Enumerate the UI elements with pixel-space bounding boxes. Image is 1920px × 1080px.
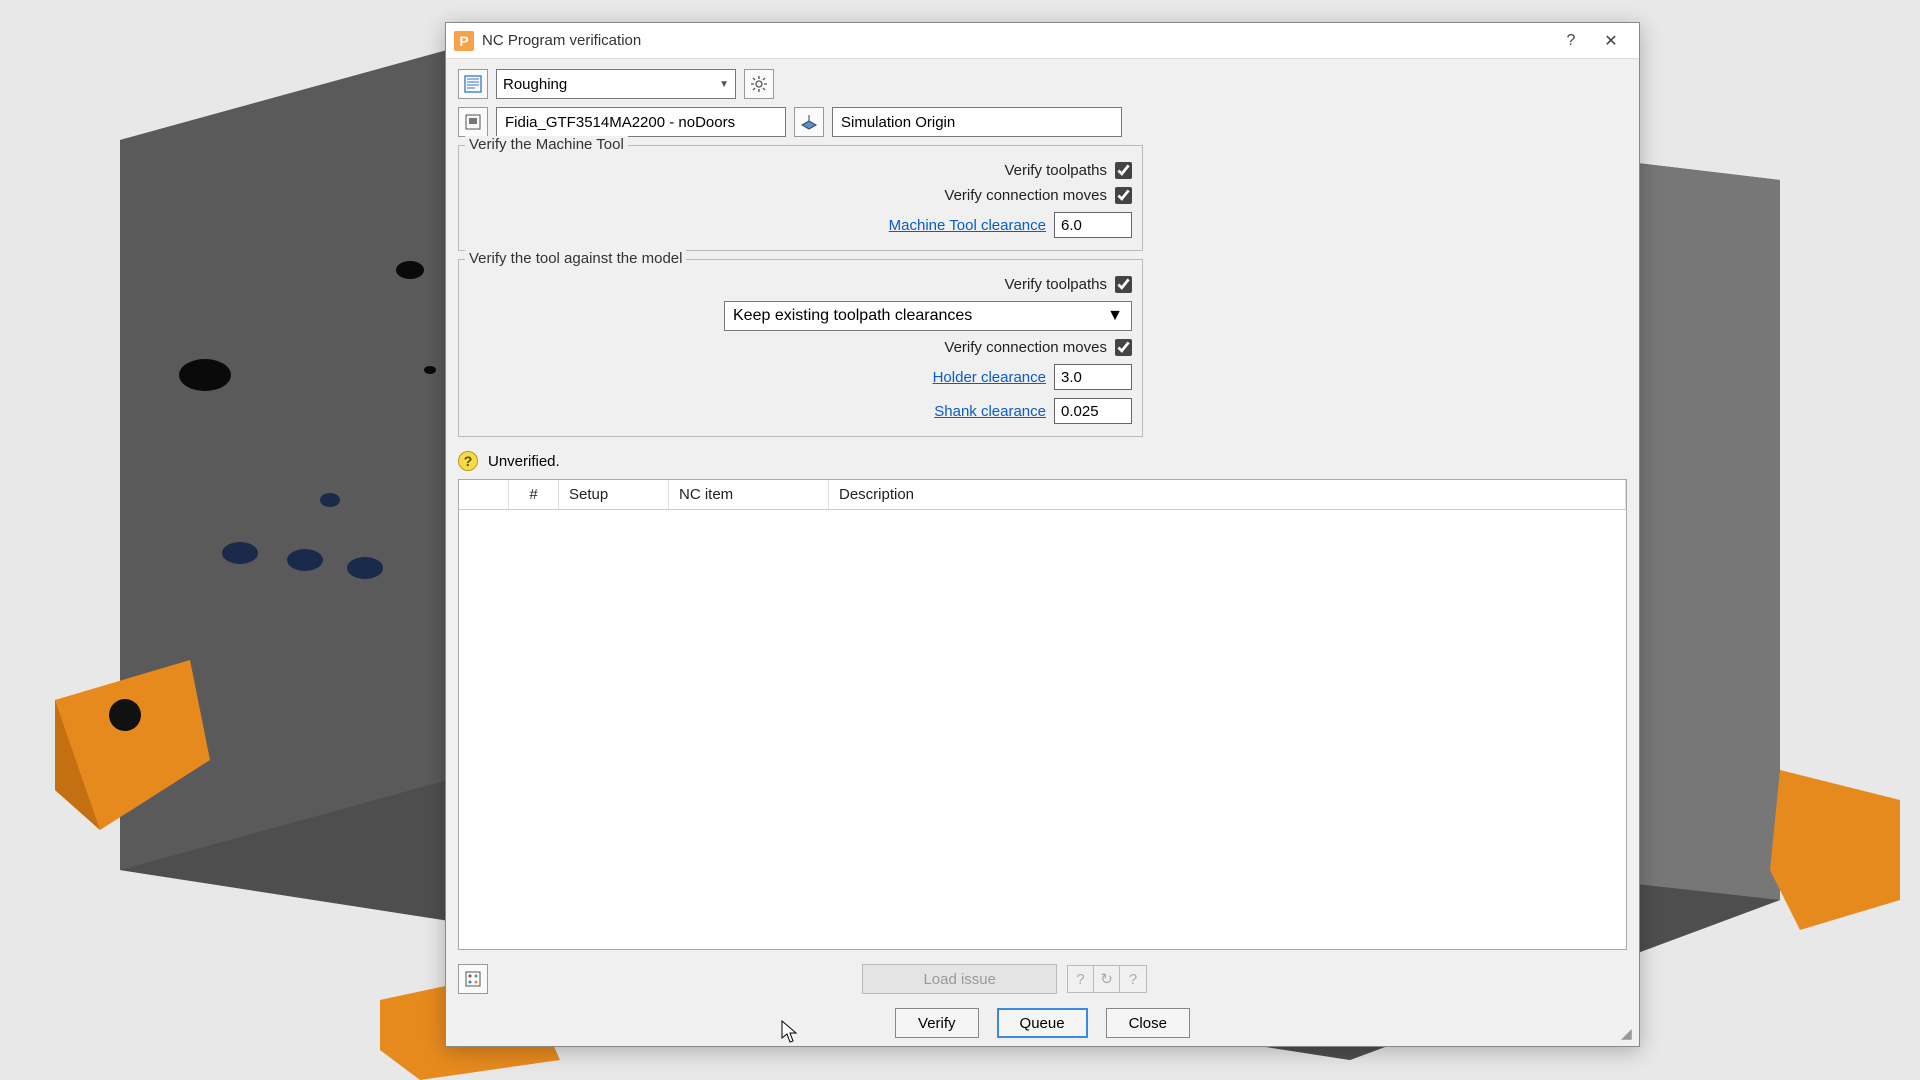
workplane-field[interactable]: Simulation Origin	[832, 107, 1122, 137]
verify-machine-tool-group: Verify the Machine Tool Verify toolpaths…	[458, 145, 1143, 251]
shank-clearance-link[interactable]: Shank clearance	[934, 403, 1046, 420]
nc-program-icon-button[interactable]	[458, 69, 488, 99]
table-header: # Setup NC item Description	[459, 480, 1626, 510]
next-issue-icon[interactable]: ?	[1120, 966, 1146, 992]
col-number: #	[509, 480, 559, 509]
app-icon: P	[454, 31, 474, 51]
holder-clearance-link[interactable]: Holder clearance	[933, 369, 1046, 386]
chevron-down-icon: ▼	[719, 79, 729, 90]
mt-verify-toolpaths-checkbox[interactable]	[1115, 162, 1132, 179]
model-verify-connection-checkbox[interactable]	[1115, 339, 1132, 356]
load-issue-button[interactable]: Load issue	[862, 964, 1057, 994]
col-nc-item: NC item	[669, 480, 829, 509]
mt-verify-connection-label: Verify connection moves	[944, 187, 1107, 204]
reload-issue-icon[interactable]: ↻	[1094, 966, 1120, 992]
status-warning-icon: ?	[458, 451, 478, 471]
machine-icon-button[interactable]	[458, 107, 488, 137]
verify-model-legend: Verify the tool against the model	[465, 250, 686, 267]
close-button[interactable]: Close	[1106, 1008, 1190, 1038]
resize-grip[interactable]: ◢	[1621, 1028, 1635, 1042]
model-verify-toolpaths-checkbox[interactable]	[1115, 276, 1132, 293]
col-setup: Setup	[559, 480, 669, 509]
machine-tool-clearance-link[interactable]: Machine Tool clearance	[889, 217, 1046, 234]
mt-verify-toolpaths-label: Verify toolpaths	[1004, 162, 1107, 179]
model-verify-toolpaths-label: Verify toolpaths	[1004, 276, 1107, 293]
table-body-empty	[459, 510, 1626, 949]
operation-dropdown[interactable]: Roughing ▼	[496, 69, 736, 99]
verify-button[interactable]: Verify	[895, 1008, 979, 1038]
model-verify-connection-label: Verify connection moves	[944, 339, 1107, 356]
verify-machine-tool-legend: Verify the Machine Tool	[465, 136, 628, 153]
window-title: NC Program verification	[482, 32, 1551, 49]
machine-name-field[interactable]: Fidia_GTF3514MA2200 - noDoors	[496, 107, 786, 137]
nc-program-verification-dialog: P NC Program verification ? ✕ Roughing ▼…	[445, 22, 1640, 1047]
status-text: Unverified.	[488, 453, 560, 470]
issue-nav-icons: ? ↻ ?	[1067, 965, 1147, 993]
machine-tool-clearance-input[interactable]	[1054, 212, 1132, 238]
shank-clearance-input[interactable]	[1054, 398, 1132, 424]
close-window-button[interactable]: ✕	[1591, 23, 1631, 59]
clearance-mode-value: Keep existing toolpath clearances	[733, 307, 972, 325]
chevron-down-icon: ▼	[1107, 307, 1123, 325]
verify-tool-against-model-group: Verify the tool against the model Verify…	[458, 259, 1143, 437]
titlebar: P NC Program verification ? ✕	[446, 23, 1639, 59]
display-issues-icon-button[interactable]	[458, 964, 488, 994]
col-description: Description	[829, 480, 1626, 509]
queue-button[interactable]: Queue	[997, 1008, 1088, 1038]
holder-clearance-input[interactable]	[1054, 364, 1132, 390]
mt-verify-connection-checkbox[interactable]	[1115, 187, 1132, 204]
col-blank	[459, 480, 509, 509]
workplane-icon-button[interactable]	[794, 107, 824, 137]
help-button[interactable]: ?	[1551, 23, 1591, 59]
issues-table[interactable]: # Setup NC item Description	[458, 479, 1627, 950]
settings-icon-button[interactable]	[744, 69, 774, 99]
clearance-mode-dropdown[interactable]: Keep existing toolpath clearances ▼	[724, 301, 1132, 331]
prev-issue-icon[interactable]: ?	[1068, 966, 1094, 992]
operation-dropdown-value: Roughing	[503, 76, 567, 93]
